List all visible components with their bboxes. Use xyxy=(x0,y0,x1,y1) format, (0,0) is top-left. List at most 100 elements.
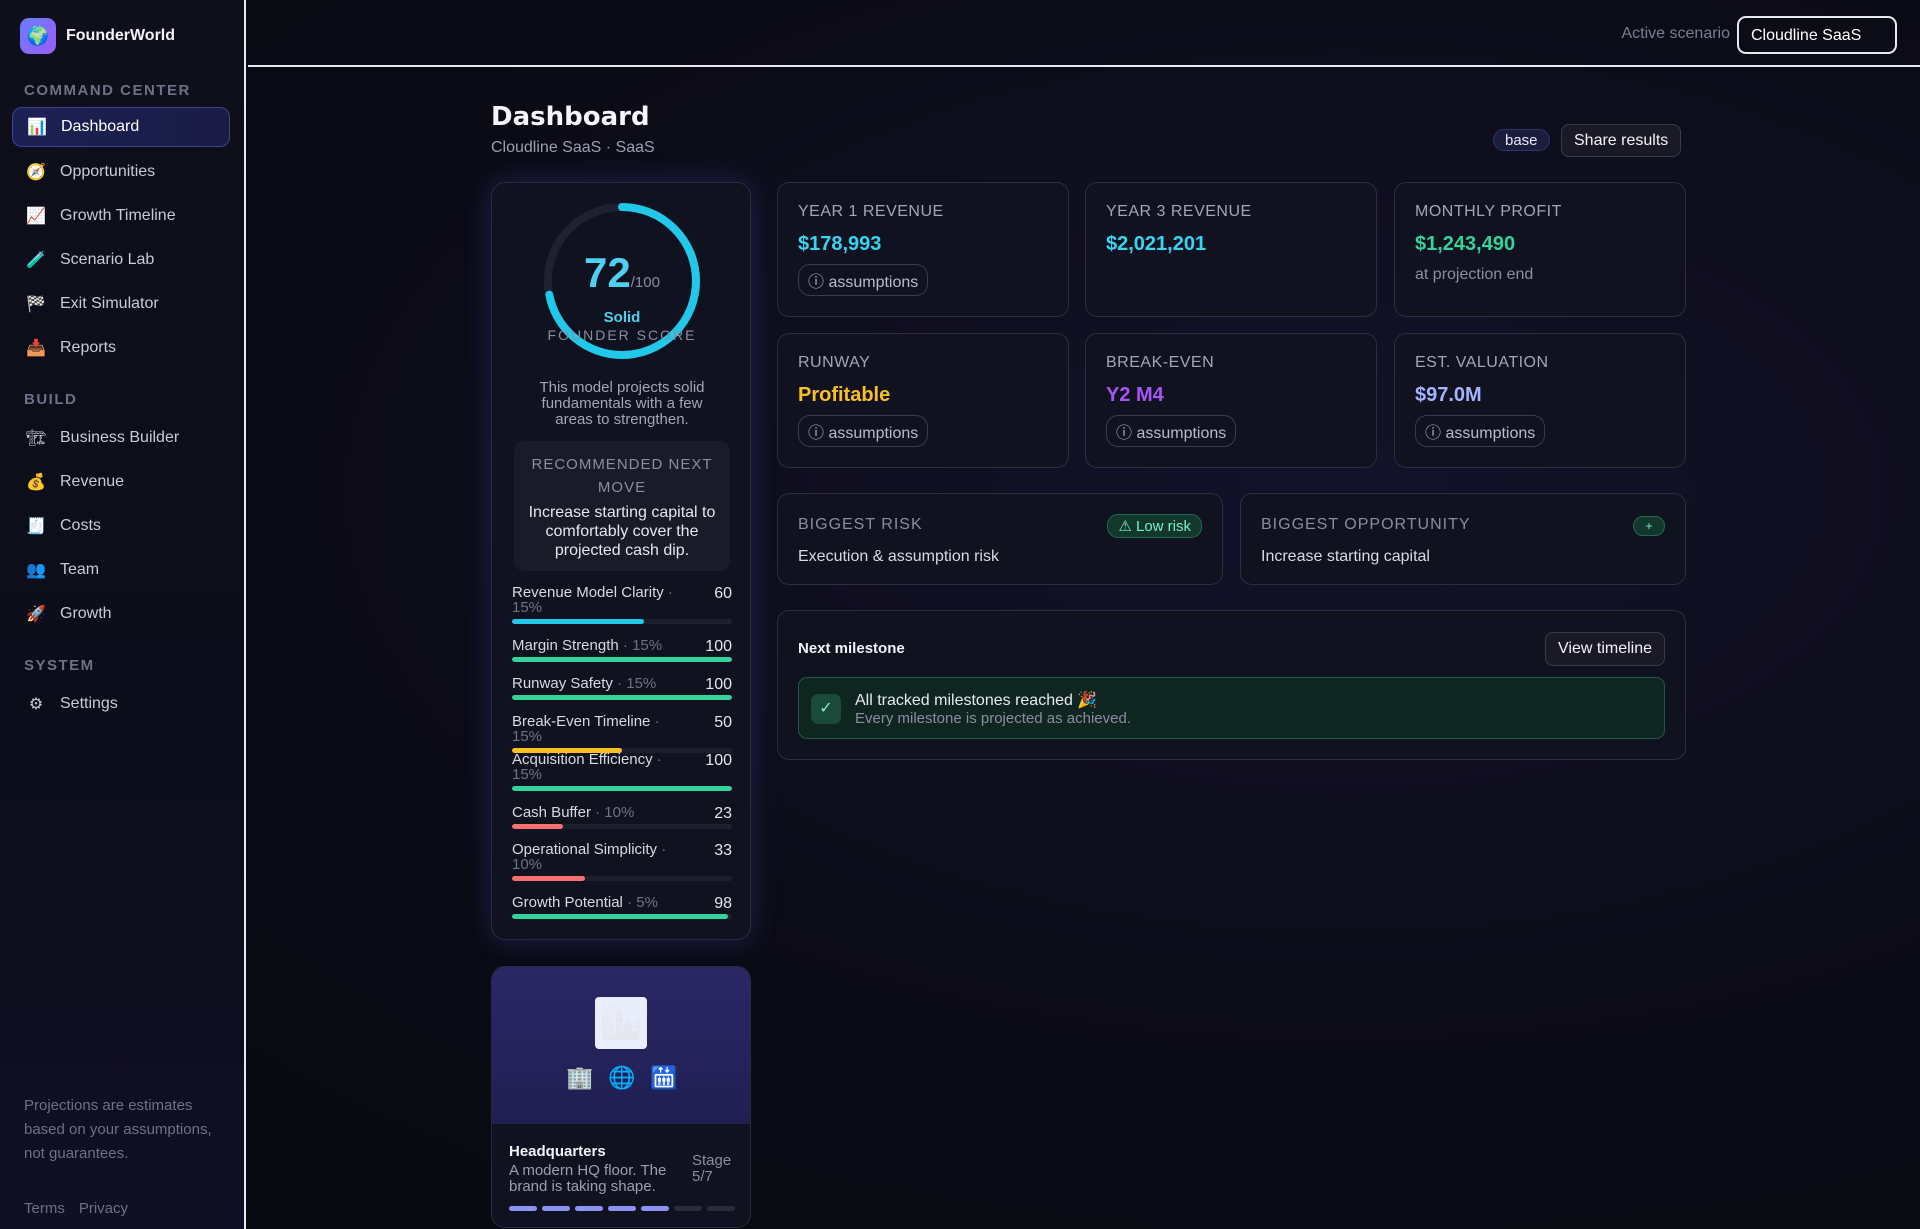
metric-cash-buffer: Cash Buffer · 10% 23 xyxy=(512,805,732,829)
kpi-year-1-revenue: Year 1 Revenue $178,993 ⓘ assumptions xyxy=(777,182,1069,317)
score-gauge: 72/100 Solid FOUNDER SCORE xyxy=(542,201,702,361)
metric-break-even-timeline: Break-Even Timeline · 15% 50 xyxy=(512,714,732,753)
metric-value: 100 xyxy=(705,752,732,769)
low-risk-badge: ⚠ Low risk xyxy=(1107,514,1202,538)
assumptions-chip[interactable]: ⓘ assumptions xyxy=(798,415,929,447)
active-scenario-label: Active scenario xyxy=(1621,25,1731,42)
metric-bar-fill xyxy=(512,876,585,881)
score-grade: Solid xyxy=(603,309,641,326)
sidebar-disclaimer: Projections are estimates based on your … xyxy=(24,1097,212,1162)
kpi-label: Runway xyxy=(798,354,871,371)
sidebar-item-business-builder[interactable]: 🏗 Business Builder xyxy=(12,418,230,458)
sidebar-item-growth-timeline[interactable]: 📈 Growth Timeline xyxy=(12,196,230,236)
milestone-status-title: All tracked milestones reached 🎉 xyxy=(855,692,1098,709)
sidebar-item-opportunities[interactable]: 🧭 Opportunities xyxy=(12,152,230,192)
score-caption: FOUNDER SCORE xyxy=(547,327,697,343)
globe-logo-icon: 🌍 xyxy=(20,18,56,54)
headquarters-card[interactable]: 🏙 🏢 🌐 🛗 Headquarters A modern HQ floor. … xyxy=(491,966,751,1228)
metric-bar-fill xyxy=(512,695,732,700)
scenario-select[interactable]: Cloudline SaaS xyxy=(1737,16,1897,54)
metric-acquisition-efficiency: Acquisition Efficiency · 15% 100 xyxy=(512,752,732,791)
metric-bar-fill xyxy=(512,786,732,791)
kpi-note: at projection end xyxy=(1415,266,1534,283)
trend-up-icon: 📈 xyxy=(26,208,46,225)
biggest-opportunity-card: Biggest Opportunity Increase starting ca… xyxy=(1240,493,1686,585)
sidebar-item-label: Scenario Lab xyxy=(60,251,155,268)
metric-bar-fill xyxy=(512,914,728,919)
metric-operational-simplicity: Operational Simplicity · 10% 33 xyxy=(512,842,732,881)
plus-icon: + xyxy=(1633,516,1665,536)
metric-label: Margin Strength · 15% xyxy=(512,637,663,654)
hq-illustration: 🏙 🏢 🌐 🛗 xyxy=(492,967,750,1124)
inbox-tray-icon: 📥 xyxy=(26,340,46,357)
founder-score-card: 72/100 Solid FOUNDER SCORE This model pr… xyxy=(491,182,751,940)
receipt-icon: 🧾 xyxy=(26,518,46,535)
metric-bar xyxy=(512,824,732,829)
metric-bar xyxy=(512,619,732,624)
kpi-value: Y2 M4 xyxy=(1106,384,1164,406)
sidebar-item-exit-simulator[interactable]: 🏁 Exit Simulator xyxy=(12,284,230,324)
assumptions-chip[interactable]: ⓘ assumptions xyxy=(798,264,929,296)
metric-bar xyxy=(512,786,732,791)
kpi-runway: Runway Profitable ⓘ assumptions xyxy=(777,333,1069,468)
assumptions-chip[interactable]: ⓘ assumptions xyxy=(1106,415,1237,447)
score-number: 72 xyxy=(584,249,631,296)
sidebar-item-dashboard[interactable]: 📊 Dashboard xyxy=(12,107,230,147)
metric-bar xyxy=(512,657,732,662)
recommendation-text: Increase starting capital to comfortably… xyxy=(528,504,716,559)
sidebar-item-revenue[interactable]: 💰 Revenue xyxy=(12,462,230,502)
metric-label: Growth Potential · 5% xyxy=(512,894,658,911)
metric-label: Cash Buffer · 10% xyxy=(512,804,635,821)
biggest-risk-card: Biggest Risk Execution & assumption risk… xyxy=(777,493,1223,585)
opportunity-label: Biggest Opportunity xyxy=(1261,516,1471,533)
metric-bar xyxy=(512,695,732,700)
kpi-label: Year 3 Revenue xyxy=(1106,203,1252,220)
sidebar-item-label: Team xyxy=(60,561,100,578)
sidebar-item-scenario-lab[interactable]: 🧪 Scenario Lab xyxy=(12,240,230,280)
share-results-button[interactable]: Share results xyxy=(1561,124,1682,157)
metric-value: 60 xyxy=(714,585,732,602)
hq-stage-dot xyxy=(674,1206,702,1211)
sidebar-item-label: Revenue xyxy=(60,473,125,490)
metric-growth-potential: Growth Potential · 5% 98 xyxy=(512,895,732,919)
sidebar-item-costs[interactable]: 🧾 Costs xyxy=(12,506,230,546)
office-building-icon: 🏢 xyxy=(566,1065,594,1090)
hq-stage: Stage 5/7 xyxy=(692,1152,732,1185)
sidebar-item-label: Opportunities xyxy=(60,163,156,180)
next-milestone-card: Next milestone View timeline ✓ All track… xyxy=(777,610,1686,760)
checkered-flag-icon: 🏁 xyxy=(26,296,46,313)
metric-bar-fill xyxy=(512,657,732,662)
kpi-est-valuation: Est. Valuation $97.0M ⓘ assumptions xyxy=(1394,333,1686,468)
hq-stage-dot xyxy=(575,1206,603,1211)
kpi-monthly-profit: Monthly Profit $1,243,490 at projection … xyxy=(1394,182,1686,317)
rocket-icon: 🚀 xyxy=(26,606,46,623)
gear-icon: ⚙ xyxy=(28,696,44,713)
sidebar-item-label: Settings xyxy=(60,695,118,712)
kpi-year-3-revenue: Year 3 Revenue $2,021,201 xyxy=(1085,182,1377,317)
sidebar-item-growth[interactable]: 🚀 Growth xyxy=(12,594,230,634)
metric-value: 23 xyxy=(714,805,732,822)
hq-title: Headquarters xyxy=(509,1143,606,1160)
hq-stage-dot xyxy=(509,1206,537,1211)
risk-value: Execution & assumption risk xyxy=(798,548,999,565)
privacy-link[interactable]: Privacy xyxy=(79,1200,128,1217)
kpi-value: $1,243,490 xyxy=(1415,233,1516,255)
view-timeline-button[interactable]: View timeline xyxy=(1545,632,1665,666)
brand[interactable]: 🌍 FounderWorld xyxy=(20,18,175,54)
sidebar-item-label: Business Builder xyxy=(60,429,180,446)
metric-value: 33 xyxy=(714,842,732,859)
metric-revenue-model-clarity: Revenue Model Clarity · 15% 60 xyxy=(512,585,732,624)
kpi-label: Est. Valuation xyxy=(1415,354,1549,371)
opportunity-value: Increase starting capital xyxy=(1261,548,1430,565)
sidebar-item-reports[interactable]: 📥 Reports xyxy=(12,328,230,368)
terms-link[interactable]: Terms xyxy=(24,1200,65,1217)
sidebar-item-settings[interactable]: ⚙ Settings xyxy=(12,684,230,724)
brand-name: FounderWorld xyxy=(66,27,176,44)
sidebar-links: Terms Privacy xyxy=(24,1200,128,1217)
milestone-status: ✓ All tracked milestones reached 🎉 Every… xyxy=(798,677,1665,739)
milestone-status-subtitle: Every milestone is projected as achieved… xyxy=(855,710,1131,727)
sidebar-item-team[interactable]: 👥 Team xyxy=(12,550,230,590)
assumptions-chip[interactable]: ⓘ assumptions xyxy=(1415,415,1546,447)
score-description: This model projects solid fundamentals w… xyxy=(539,379,705,428)
section-title-build: Build xyxy=(24,391,78,408)
